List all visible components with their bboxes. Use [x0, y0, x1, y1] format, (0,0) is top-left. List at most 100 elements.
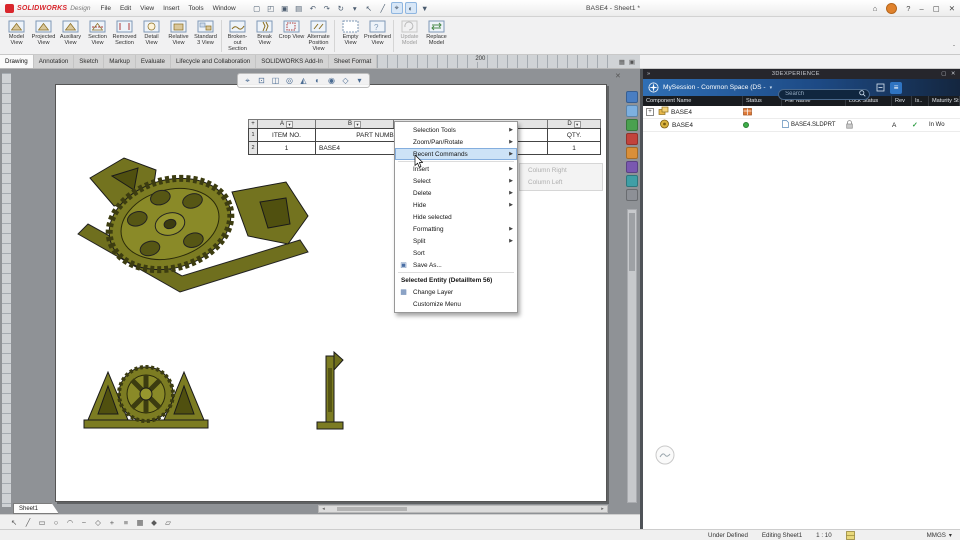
menu-item-hide-selected[interactable]: Hide selected: [395, 211, 517, 223]
side-toolbar-icon[interactable]: [626, 161, 638, 173]
tab-markup[interactable]: Markup: [104, 55, 136, 68]
open-icon[interactable]: ◰: [265, 2, 277, 14]
auxiliary-view-button[interactable]: Auxiliary View: [57, 19, 84, 46]
component-row[interactable]: + BASE4: [643, 106, 960, 119]
hide-show-icon[interactable]: ◉: [325, 76, 338, 85]
detail-view-button[interactable]: Detail View: [138, 19, 165, 46]
alternate-position-view-button[interactable]: Alternate Position View: [305, 19, 332, 52]
predefined-view-button[interactable]: ?Predefined View: [364, 19, 391, 46]
bom-header-qty[interactable]: QTY.: [547, 128, 601, 142]
menu-view[interactable]: View: [140, 5, 154, 12]
menu-item-sort[interactable]: Sort: [395, 247, 517, 259]
menu-item-selection-tools[interactable]: Selection Tools▶: [395, 124, 517, 136]
menu-insert[interactable]: Insert: [163, 5, 179, 12]
tab-lifecycle-and-collaboration[interactable]: Lifecycle and Collaboration: [171, 55, 256, 68]
column-rev[interactable]: Rev: [892, 96, 912, 106]
bookmark-icon[interactable]: [874, 82, 886, 94]
column-component-name[interactable]: Component Name: [643, 96, 743, 106]
bom-cell-item-no[interactable]: 1: [257, 141, 316, 155]
tab-drawing[interactable]: Drawing: [0, 55, 34, 68]
dimension-icon[interactable]: ⌖: [391, 2, 403, 14]
ribbon-collapse-icon[interactable]: ˆ: [953, 46, 955, 52]
zoom-area-icon[interactable]: ⊡: [255, 76, 268, 85]
display-style-icon[interactable]: ◐: [311, 76, 324, 85]
home-icon[interactable]: ⌂: [873, 4, 878, 13]
standard-3-view-button[interactable]: Standard 3 View: [192, 19, 219, 46]
user-avatar[interactable]: [886, 3, 897, 14]
side-toolbar-icon[interactable]: [626, 91, 638, 103]
menu-tools[interactable]: Tools: [188, 5, 203, 12]
side-toolbar-icon[interactable]: [626, 147, 638, 159]
minimize-icon[interactable]: –: [919, 4, 923, 13]
bom-cell-qty[interactable]: 1: [547, 141, 601, 155]
appearance-icon[interactable]: ◇: [339, 76, 352, 85]
trim-tool-icon[interactable]: ▱: [162, 516, 174, 528]
select-icon[interactable]: ↖: [363, 2, 375, 14]
restore-icon[interactable]: ▢: [933, 4, 940, 13]
new-document-icon[interactable]: ▢: [251, 2, 263, 14]
tab-solidworks-add-in[interactable]: SOLIDWORKS Add-In: [256, 55, 329, 68]
menu-item-split[interactable]: Split▶: [395, 235, 517, 247]
search-input[interactable]: [778, 89, 870, 100]
broken-out-section-button[interactable]: Broken-out Section: [224, 19, 251, 52]
rectangle-tool-icon[interactable]: ▭: [36, 516, 48, 528]
print-icon[interactable]: ▤: [293, 2, 305, 14]
polygon-tool-icon[interactable]: ◇: [92, 516, 104, 528]
sketch-icon[interactable]: ╱: [377, 2, 389, 14]
relative-view-button[interactable]: Relative View: [165, 19, 192, 46]
projected-view-button[interactable]: Projected View: [30, 19, 57, 46]
section-view-icon[interactable]: ◎: [283, 76, 296, 85]
drawing-workspace[interactable]: ⌖ ⊡ ◫ ◎ ◭ ◐ ◉ ◇ ▾ ✕ + A▾ B▾ ▾ D▾: [0, 69, 640, 514]
menu-item-change-layer[interactable]: ▦Change Layer: [395, 286, 517, 298]
column-dropdown-icon[interactable]: ▾: [574, 121, 581, 128]
model-view-button[interactable]: Model View: [3, 19, 30, 46]
scroll-left-icon[interactable]: ◂: [319, 506, 328, 512]
component-row[interactable]: BASE4 BASE4.SLDPRT A ✓ In Wo: [643, 119, 960, 132]
zoom-fit-icon[interactable]: ⌖: [241, 76, 254, 86]
crop-view-button[interactable]: Crop View: [278, 19, 305, 40]
empty-view-button[interactable]: Empty View: [337, 19, 364, 46]
appearance-icon[interactable]: ◐: [405, 2, 417, 14]
compass-icon[interactable]: [647, 82, 659, 94]
expand-icon[interactable]: +: [646, 108, 654, 116]
menu-edit[interactable]: Edit: [120, 5, 131, 12]
menu-item-zoom-pan-rotate[interactable]: Zoom/Pan/Rotate▶: [395, 136, 517, 148]
vertical-scrollbar-thumb[interactable]: [629, 213, 635, 271]
panel-popout-icon[interactable]: ▢: [941, 71, 947, 77]
filter-icon[interactable]: ▼: [419, 2, 431, 14]
session-dropdown-icon[interactable]: ▾: [770, 85, 773, 91]
side-view[interactable]: [315, 348, 345, 437]
panel-menu-icon[interactable]: ≡: [890, 82, 902, 94]
help-icon[interactable]: ?: [906, 4, 910, 13]
close-icon[interactable]: ✕: [949, 4, 955, 13]
horizontal-scrollbar[interactable]: ◂ ▸: [318, 505, 608, 513]
session-title[interactable]: MySession - Common Space (DS -: [663, 84, 766, 91]
break-view-button[interactable]: Break View: [251, 19, 278, 46]
bom-header-item-no[interactable]: ITEM NO.: [257, 128, 316, 142]
save-icon[interactable]: ▣: [279, 2, 291, 14]
column-maturity-state[interactable]: Maturity St: [929, 96, 960, 106]
circle-tool-icon[interactable]: ○: [50, 516, 62, 528]
menu-item-customize-menu[interactable]: Customize Menu: [395, 298, 517, 310]
side-toolbar-icon[interactable]: [626, 189, 638, 201]
vertical-scrollbar[interactable]: [627, 209, 637, 503]
menu-item-select[interactable]: Select▶: [395, 175, 517, 187]
line-tool-icon[interactable]: ╱: [22, 516, 34, 528]
removed-section-button[interactable]: Removed Section: [111, 19, 138, 46]
column-dropdown-icon[interactable]: ▾: [286, 121, 293, 128]
arc-tool-icon[interactable]: ◠: [64, 516, 76, 528]
redo-icon[interactable]: ↷: [321, 2, 333, 14]
menu-window[interactable]: Window: [213, 5, 236, 12]
view-orientation-icon[interactable]: ◭: [297, 76, 310, 85]
tab-sheet-format[interactable]: Sheet Format: [329, 55, 378, 68]
spline-tool-icon[interactable]: ~: [78, 516, 90, 528]
side-toolbar-icon[interactable]: [626, 133, 638, 145]
dimension-tool-icon[interactable]: ◆: [148, 516, 160, 528]
side-toolbar-icon[interactable]: [626, 175, 638, 187]
view-settings-icon[interactable]: ▾: [353, 76, 366, 85]
select-tool-icon[interactable]: ↖: [8, 516, 20, 528]
sheet-scale[interactable]: 1 : 10: [816, 532, 831, 539]
replace-model-button[interactable]: Replace Model: [423, 19, 450, 46]
menu-item-delete[interactable]: Delete▶: [395, 187, 517, 199]
search-icon[interactable]: [859, 84, 866, 102]
